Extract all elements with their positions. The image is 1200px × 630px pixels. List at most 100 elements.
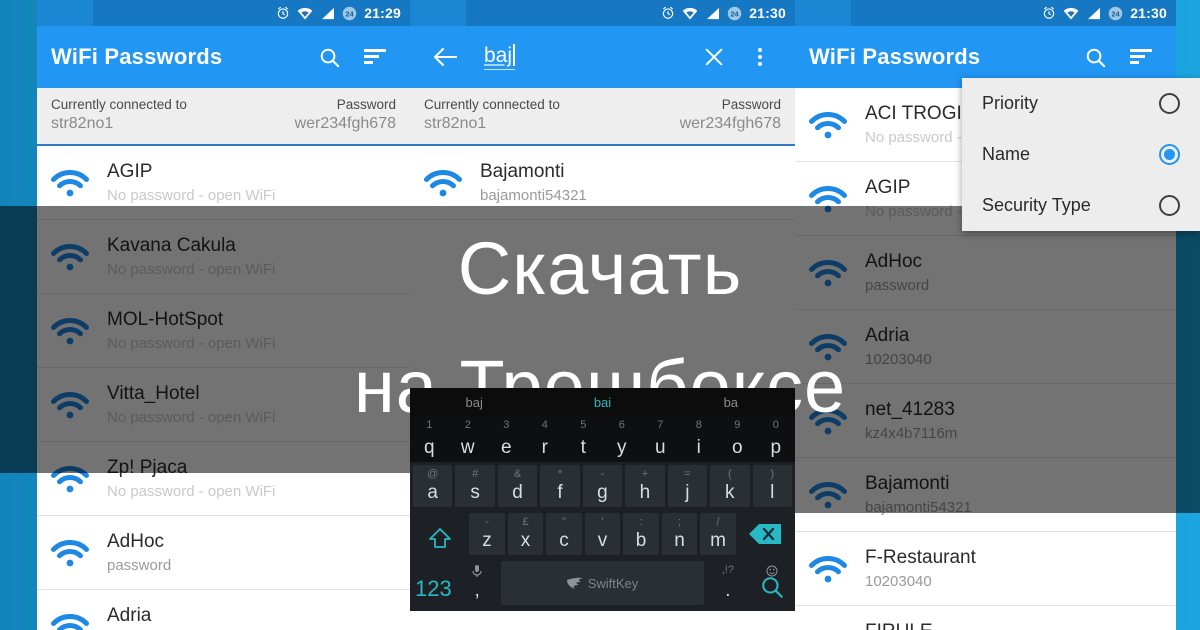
signal-icon <box>705 7 720 20</box>
connected-network-banner: Currently connected to str82no1 Password… <box>410 88 795 146</box>
app-bar-left: WiFi Passwords <box>37 26 410 88</box>
radio-button-icon[interactable] <box>1159 144 1180 165</box>
alarm-icon <box>276 6 290 20</box>
keyboard-key[interactable]: 0p <box>757 416 796 462</box>
keyboard-key[interactable]: & d <box>497 465 538 507</box>
keyboard-row-home[interactable]: @ a # s & d * f - g + h = j(k) l <box>412 462 793 510</box>
sort-dropdown-menu[interactable]: Priority Name Security Type <box>962 78 1200 231</box>
keyboard-suggestion[interactable]: bai <box>538 395 666 410</box>
mic-icon[interactable] <box>457 565 498 581</box>
wifi-signal-icon <box>809 554 847 584</box>
sort-menu-item[interactable]: Name <box>962 129 1200 180</box>
keyboard-key[interactable]: £ x <box>507 513 544 555</box>
sort-icon[interactable] <box>354 36 396 78</box>
wifi-network-row[interactable]: AGIP No password - open WiFi <box>37 146 410 220</box>
space-key[interactable]: SwiftKey <box>500 561 705 605</box>
search-icon[interactable] <box>308 36 350 78</box>
period-key[interactable]: ,!?. <box>707 561 748 605</box>
numeric-mode-key[interactable]: 123 <box>413 561 454 605</box>
keyboard-key[interactable]: ; n <box>661 513 698 555</box>
keyboard-key[interactable]: * f <box>540 465 580 507</box>
status-bar-tint <box>410 0 466 26</box>
back-arrow-icon[interactable] <box>424 36 466 78</box>
wifi-signal-icon <box>809 480 847 510</box>
sort-menu-item[interactable]: Security Type <box>962 180 1200 231</box>
keyboard-search-key[interactable] <box>751 561 792 605</box>
search-icon[interactable] <box>1074 36 1116 78</box>
keyboard-key-alt: # <box>472 468 479 480</box>
keyboard-key[interactable]: 3e <box>487 416 526 462</box>
connected-ssid: str82no1 <box>51 115 114 132</box>
keyboard-key[interactable]: / m <box>700 513 736 555</box>
keyboard-suggestion[interactable]: ba <box>667 395 795 410</box>
keyboard-key-label: e <box>500 437 512 458</box>
wifi-network-row[interactable]: FIRULEfirule123 <box>795 606 1176 630</box>
keyboard-key-alt: 2 <box>464 419 471 431</box>
wifi-network-row[interactable]: AdHoc password <box>37 516 410 590</box>
wifi-network-row[interactable]: Zp! Pjaca No password - open WiFi <box>37 442 410 516</box>
keyboard-key[interactable]: -z <box>469 513 505 555</box>
keyboard-suggestion-bar[interactable]: baj bai ba <box>410 388 795 416</box>
keyboard-key-label: s <box>470 482 480 503</box>
keyboard-key-alt: / <box>716 516 720 528</box>
close-icon[interactable] <box>693 36 735 78</box>
keyboard-row-qwerty[interactable]: 1q2w3e4r5t6y7u8i9o0p <box>410 416 795 462</box>
wifi-network-row[interactable]: Bajamonti bajamonti54321 <box>795 458 1176 532</box>
radio-button-icon[interactable] <box>1159 195 1180 216</box>
keyboard-key-alt: = <box>684 468 691 480</box>
keyboard-key[interactable]: :b <box>623 513 659 555</box>
connected-password-label: Password <box>721 97 781 112</box>
search-input[interactable]: baj <box>470 44 689 70</box>
keyboard-key-alt: 7 <box>657 419 664 431</box>
keyboard-key-alt: 9 <box>734 419 741 431</box>
keyboard-key[interactable]: 8i <box>680 416 719 462</box>
keyboard-key-label: a <box>427 482 438 503</box>
keyboard-key[interactable]: ' v <box>584 513 621 555</box>
keyboard-key[interactable]: " c <box>546 513 582 555</box>
keyboard-key-alt: ( <box>727 468 732 480</box>
keyboard-key[interactable]: 5t <box>564 416 603 462</box>
sort-menu-item-label: Security Type <box>982 195 1091 215</box>
wifi-search-results[interactable]: Bajamonti bajamonti54321 <box>410 146 795 220</box>
keyboard-key-alt: @ <box>427 468 439 480</box>
wifi-network-row[interactable]: Bajamonti bajamonti54321 <box>410 146 795 220</box>
wifi-network-name: Bajamonti <box>865 473 950 494</box>
keyboard-key-alt: " <box>562 516 566 528</box>
wifi-icon <box>1063 7 1079 20</box>
keyboard-key[interactable]: 6y <box>603 416 642 462</box>
keyboard-key[interactable]: 1q <box>410 416 449 462</box>
status-bar-right: 24 21:30 <box>795 0 1176 26</box>
keyboard-key[interactable]: @ a <box>413 465 453 507</box>
sort-menu-item[interactable]: Priority <box>962 78 1200 129</box>
swiftkey-keyboard[interactable]: baj bai ba 1q2w3e4r5t6y7u8i9o0p @ a # s & d * f - g… <box>410 388 795 611</box>
keyboard-key-alt: ; <box>677 516 682 528</box>
keyboard-key[interactable]: 9o <box>718 416 757 462</box>
radio-button-icon[interactable] <box>1159 93 1180 114</box>
comma-key[interactable]: , <box>457 561 498 605</box>
screenshot-stage: 24 21:29 WiFi Passwords Currently connec… <box>0 0 1200 630</box>
search-app-bar: baj <box>410 26 795 88</box>
keyboard-key[interactable]: -g <box>582 465 623 507</box>
keyboard-key[interactable]: 7u <box>641 416 680 462</box>
keyboard-key-label: h <box>639 482 651 503</box>
keyboard-key[interactable]: 2w <box>449 416 488 462</box>
sort-icon[interactable] <box>1120 36 1162 78</box>
keyboard-suggestion[interactable]: baj <box>410 395 538 410</box>
shift-icon[interactable] <box>413 513 466 555</box>
keyboard-key[interactable]: ) l <box>752 465 792 507</box>
keyboard-key[interactable]: (k <box>710 465 750 507</box>
connected-left: Currently connected to str82no1 <box>424 97 560 133</box>
wifi-network-password: No password - open WiFi <box>107 483 276 500</box>
keyboard-row-bottom-letters[interactable]: - z £ x " c ' v: b; n / m <box>412 510 793 558</box>
backspace-icon[interactable] <box>739 513 792 555</box>
smiley-icon[interactable] <box>751 565 792 580</box>
keyboard-key[interactable]: 4r <box>526 416 565 462</box>
wifi-network-row[interactable]: Adria10203040 <box>37 590 410 630</box>
wifi-network-row[interactable]: F-Restaurant 10203040 <box>795 532 1176 606</box>
watermark-line-1: Скачать <box>457 227 743 310</box>
keyboard-key[interactable]: # s <box>455 465 495 507</box>
overflow-menu-icon[interactable] <box>739 36 781 78</box>
keyboard-key[interactable]: + h <box>625 465 665 507</box>
keyboard-row-functions[interactable]: 123, SwiftKey,!?. <box>412 558 793 608</box>
keyboard-key[interactable]: = j <box>667 465 708 507</box>
